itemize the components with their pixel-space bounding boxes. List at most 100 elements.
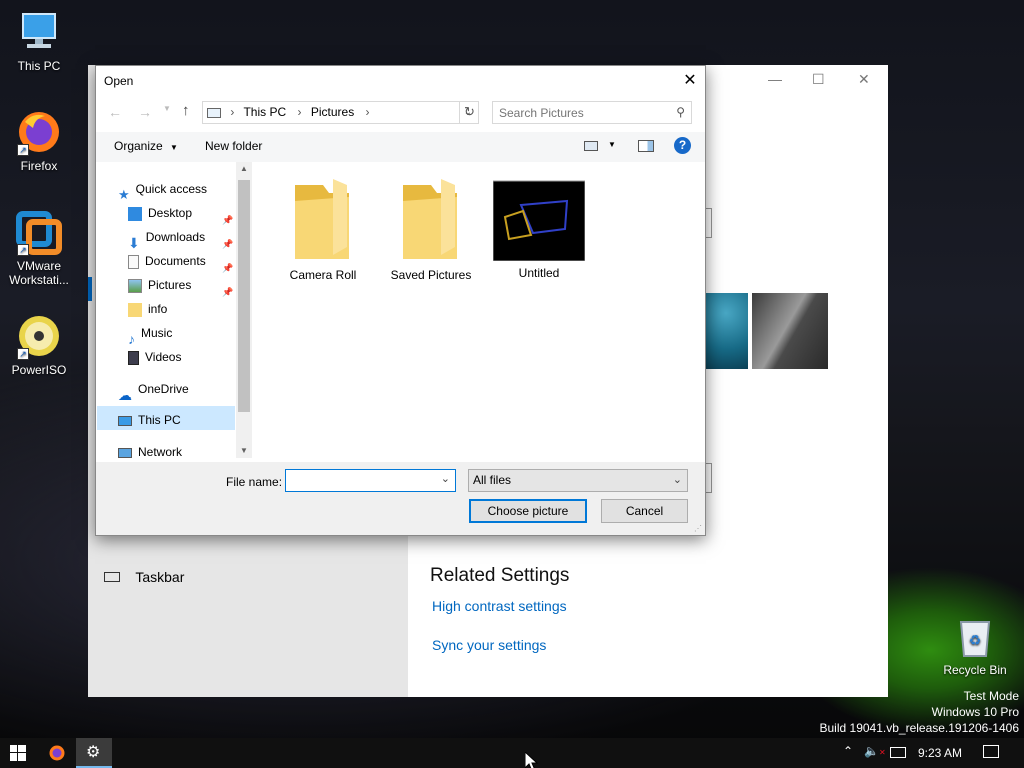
nav-desktop[interactable]: Desktop 📌 [128, 201, 238, 225]
nav-label: Quick access [135, 182, 208, 196]
mouse-cursor-icon [525, 752, 539, 768]
desktop-icon-label: This PC [17, 59, 61, 73]
notification-center-icon[interactable] [983, 745, 999, 758]
nav-music[interactable]: ♪ Music [128, 321, 172, 347]
nav-label: OneDrive [138, 382, 189, 396]
choose-picture-button[interactable]: Choose picture [469, 499, 587, 523]
network-icon [118, 447, 132, 458]
maximize-icon[interactable]: ☐ [812, 71, 825, 88]
network-status-icon[interactable] [890, 747, 906, 758]
close-icon[interactable]: ✕ [858, 71, 870, 88]
desktop-icon-label: PowerISO [11, 363, 67, 377]
file-name: Camera Roll [289, 268, 357, 282]
organize-menu[interactable]: Organize ▼ [114, 139, 178, 153]
filetype-select[interactable]: All files ⌄ [468, 469, 688, 492]
breadcrumb-separator: › [297, 105, 302, 119]
file-tile[interactable]: Saved Pictures [381, 179, 481, 282]
nav-label: This PC [138, 413, 181, 427]
open-file-dialog: Open ✕ ← → ▼ ↑ › This PC › Pictures › ⌄ … [95, 65, 706, 536]
document-icon [128, 254, 139, 269]
filename-combo[interactable]: ⌄ [285, 469, 456, 492]
settings-window-controls: — ☐ ✕ [764, 71, 888, 91]
nav-label: Pictures [148, 278, 192, 292]
resize-grip-icon[interactable]: ⋰ [694, 524, 702, 533]
nav-onedrive[interactable]: ☁ OneDrive [118, 377, 189, 403]
chevron-down-icon[interactable]: ⌄ [441, 472, 450, 485]
search-icon: ⚲ [676, 105, 685, 119]
scrollbar-thumb[interactable] [238, 180, 250, 412]
refresh-button[interactable]: ↻ [459, 101, 479, 124]
background-thumbnail-rock[interactable] [752, 293, 828, 369]
help-icon[interactable]: ? [674, 137, 691, 154]
change-view-icon[interactable] [584, 141, 598, 151]
file-tile[interactable]: Untitled [489, 179, 589, 280]
nav-this-pc[interactable]: This PC [118, 408, 181, 432]
dialog-close-button[interactable]: ✕ [680, 70, 700, 90]
star-icon: ★ [118, 186, 130, 202]
address-bar[interactable]: › This PC › Pictures › ⌄ [202, 101, 479, 124]
desktop-icon-recycle-bin[interactable]: ♻ Recycle Bin [936, 612, 1014, 677]
new-folder-button[interactable]: New folder [205, 139, 262, 153]
show-hidden-icons-chevron-icon[interactable]: ⌃ [843, 744, 853, 758]
view-options-chevron-icon[interactable]: ▼ [608, 140, 616, 149]
pin-icon[interactable]: 📌 [222, 280, 233, 304]
back-arrow-icon[interactable]: ← [108, 104, 122, 120]
minimize-icon[interactable]: — [768, 71, 782, 87]
nav-videos[interactable]: Videos [128, 345, 181, 369]
filetype-value: All files [473, 473, 512, 487]
watermark-line: Build 19041.vb_release.191206-1406 [819, 721, 1020, 735]
nav-label: Downloads [145, 230, 206, 244]
nav-downloads[interactable]: ⬇ Downloads 📌 [128, 225, 238, 251]
preview-pane-icon[interactable] [638, 140, 654, 152]
desktop-icon-this-pc[interactable]: This PC [0, 8, 78, 73]
volume-muted-icon[interactable]: 🔈✕ [864, 744, 886, 758]
nav-info[interactable]: info [128, 297, 167, 321]
high-contrast-settings-link[interactable]: High contrast settings [432, 598, 567, 614]
vmware-icon: ↗ [15, 208, 63, 256]
watermark-line: Windows 10 Pro [931, 705, 1019, 719]
shortcut-arrow-icon: ↗ [17, 144, 29, 156]
file-tile[interactable]: Camera Roll [273, 179, 373, 282]
nav-quick-access[interactable]: ★ Quick access [118, 177, 208, 202]
taskbar-firefox-button[interactable] [40, 738, 74, 768]
breadcrumb-pictures[interactable]: Pictures [311, 105, 354, 119]
folder-icon [403, 179, 457, 259]
nav-network[interactable]: Network [118, 440, 182, 462]
desktop-icon-vmware[interactable]: ↗ VMware Workstati... [0, 208, 78, 287]
filename-input[interactable] [286, 470, 434, 491]
background-thumbnail-ocean[interactable] [706, 293, 748, 369]
start-button[interactable] [0, 738, 36, 768]
scroll-up-icon[interactable]: ▲ [240, 164, 248, 173]
cancel-button[interactable]: Cancel [601, 499, 688, 523]
up-arrow-icon[interactable]: ↑ [182, 102, 190, 119]
taskbar: ⚙ ⌃ 🔈✕ 9:23 AM [0, 738, 1024, 768]
taskbar-settings-icon [104, 572, 120, 582]
firefox-icon [49, 745, 65, 761]
windows-logo-icon [10, 745, 26, 761]
desktop-icon-poweriso[interactable]: ↗ PowerISO [0, 312, 78, 377]
nav-label: Desktop [148, 206, 193, 220]
forward-arrow-icon[interactable]: → [138, 104, 152, 120]
nav-pictures[interactable]: Pictures 📌 [128, 273, 238, 297]
desktop-folder-icon [128, 206, 142, 221]
taskbar-nav-item[interactable]: Taskbar [104, 569, 184, 589]
file-name: Untitled [518, 266, 560, 280]
dialog-bottom-panel: File name: ⌄ All files ⌄ Choose picture … [96, 462, 705, 535]
image-thumbnail [492, 180, 586, 262]
sync-your-settings-link[interactable]: Sync your settings [432, 637, 546, 653]
recent-locations-icon[interactable]: ▼ [163, 104, 171, 113]
nav-scrollbar[interactable]: ▲ ▼ [236, 162, 252, 458]
taskbar-settings-button[interactable]: ⚙ [76, 738, 112, 768]
desktop-icon-firefox[interactable]: ↗ Firefox [0, 108, 78, 173]
file-name: Saved Pictures [390, 268, 472, 282]
navigation-pane: ★ Quick access Desktop 📌 ⬇ Downloads 📌 Doc… [96, 162, 253, 462]
desktop-icon-label: Firefox [20, 159, 58, 173]
related-settings-title: Related Settings [430, 565, 570, 586]
nav-documents[interactable]: Documents 📌 [128, 249, 238, 273]
clock[interactable]: 9:23 AM [918, 746, 962, 760]
search-input[interactable] [493, 102, 663, 123]
breadcrumb-this-pc[interactable]: This PC [243, 105, 286, 119]
search-box[interactable]: ⚲ [492, 101, 692, 124]
scroll-down-icon[interactable]: ▼ [240, 446, 248, 455]
pc-location-icon [207, 107, 221, 118]
